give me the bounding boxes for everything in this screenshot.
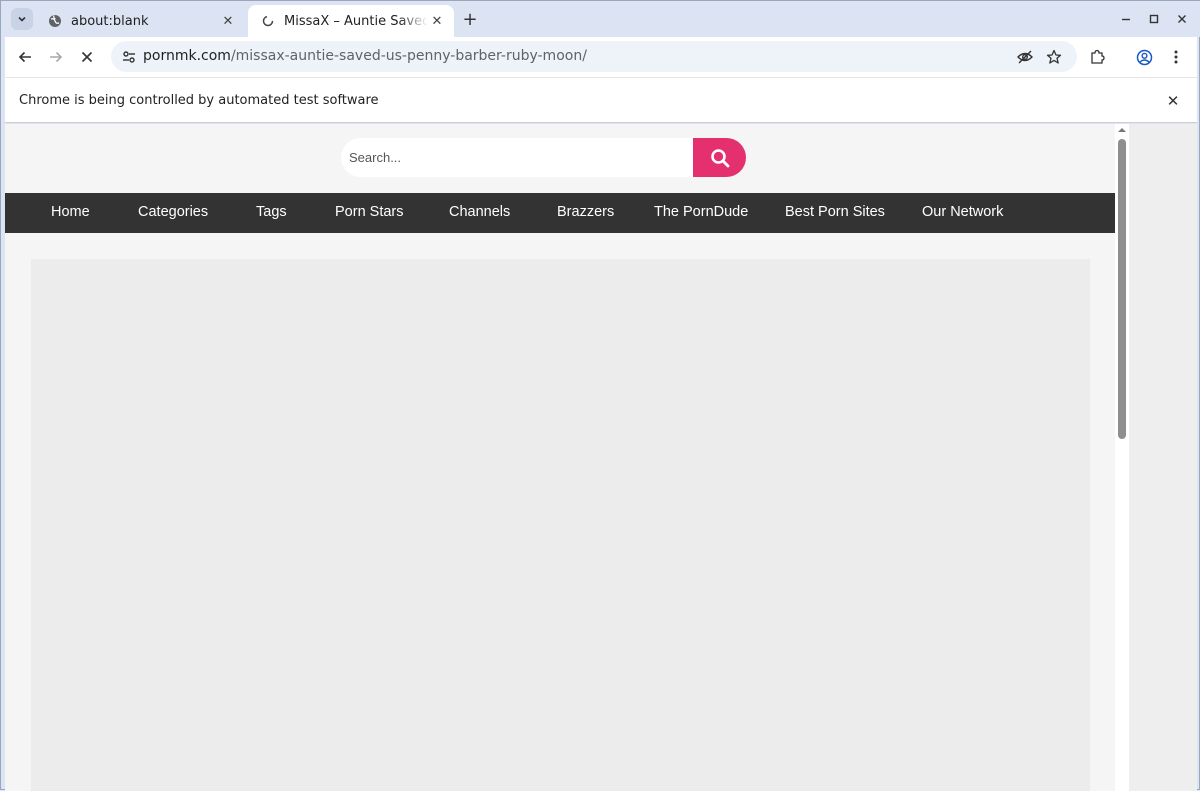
extensions-button[interactable] bbox=[1083, 43, 1111, 71]
bookmark-star-icon[interactable] bbox=[1043, 46, 1065, 68]
tab-active[interactable]: MissaX – Auntie Saved Us ✕ bbox=[248, 5, 454, 37]
nav-label: Categories bbox=[138, 204, 209, 220]
profile-button[interactable] bbox=[1130, 43, 1158, 71]
close-icon bbox=[81, 51, 93, 63]
browser-window: about:blank ✕ MissaX – Auntie Saved Us ✕… bbox=[0, 0, 1200, 791]
automation-infobar: Chrome is being controlled by automated … bbox=[5, 77, 1197, 123]
minimize-button[interactable] bbox=[1114, 7, 1138, 31]
arrow-right-icon bbox=[50, 51, 63, 63]
nav-label: Home bbox=[51, 204, 90, 220]
forward-button[interactable] bbox=[42, 43, 70, 71]
right-blank-area bbox=[1129, 124, 1197, 791]
url-path: /missax-auntie-saved-us-penny-barber-rub… bbox=[230, 48, 587, 64]
tab-search-button[interactable] bbox=[11, 8, 33, 30]
nav-label: Channels bbox=[449, 204, 511, 220]
tab-close-icon[interactable]: ✕ bbox=[428, 12, 446, 30]
nav-our-network[interactable]: Our Network bbox=[922, 204, 1003, 220]
nav-porn-stars[interactable]: Porn Stars bbox=[335, 204, 404, 220]
search-button[interactable] bbox=[693, 138, 746, 177]
address-bar[interactable]: pornmk.com/missax-auntie-saved-us-penny-… bbox=[111, 41, 1077, 72]
nav-label: Tags bbox=[256, 204, 287, 220]
nav-the-porndude[interactable]: The PornDude bbox=[654, 204, 748, 220]
menu-button[interactable] bbox=[1162, 43, 1190, 71]
search-icon bbox=[710, 148, 729, 167]
new-tab-button[interactable]: + bbox=[460, 9, 480, 30]
close-window-button[interactable] bbox=[1170, 7, 1194, 31]
page-viewport: Home Categories Tags Porn Stars Channels… bbox=[5, 124, 1197, 791]
infobar-message: Chrome is being controlled by automated … bbox=[19, 93, 379, 108]
content-placeholder bbox=[31, 259, 1090, 791]
scroll-up-arrow-icon[interactable] bbox=[1117, 126, 1127, 134]
eye-slash-icon[interactable] bbox=[1014, 46, 1036, 68]
avatar-icon bbox=[1136, 49, 1152, 65]
web-page: Home Categories Tags Porn Stars Channels… bbox=[5, 124, 1116, 791]
nav-categories[interactable]: Categories bbox=[138, 204, 208, 220]
close-icon bbox=[1178, 15, 1186, 23]
minimize-icon bbox=[1122, 18, 1130, 21]
search-input[interactable] bbox=[341, 138, 695, 177]
tab-about-blank[interactable]: about:blank ✕ bbox=[35, 5, 245, 37]
more-vertical-icon bbox=[1174, 50, 1178, 64]
tab-close-icon[interactable]: ✕ bbox=[219, 12, 237, 30]
tab-title: about:blank bbox=[71, 13, 149, 29]
site-search bbox=[341, 138, 746, 177]
url-text[interactable]: pornmk.com/missax-auntie-saved-us-penny-… bbox=[143, 48, 587, 64]
infobar-close-icon[interactable]: ✕ bbox=[1163, 91, 1183, 111]
main-nav: Home Categories Tags Porn Stars Channels… bbox=[5, 193, 1116, 233]
nav-home[interactable]: Home bbox=[51, 204, 90, 220]
nav-label: The PornDude bbox=[654, 204, 749, 220]
back-button[interactable] bbox=[11, 43, 39, 71]
stop-loading-button[interactable] bbox=[73, 43, 101, 71]
nav-best-porn-sites[interactable]: Best Porn Sites bbox=[785, 204, 885, 220]
maximize-icon bbox=[1149, 14, 1159, 24]
maximize-button[interactable] bbox=[1142, 7, 1166, 31]
nav-label: Porn Stars bbox=[335, 204, 404, 220]
nav-channels[interactable]: Channels bbox=[449, 204, 510, 220]
browser-toolbar: pornmk.com/missax-auntie-saved-us-penny-… bbox=[5, 37, 1197, 77]
arrow-left-icon bbox=[18, 51, 31, 63]
chevron-down-icon bbox=[18, 16, 26, 22]
scrollbar-thumb[interactable] bbox=[1118, 139, 1126, 439]
globe-icon bbox=[47, 13, 63, 29]
nav-tags[interactable]: Tags bbox=[256, 204, 287, 220]
loading-favicon-icon bbox=[260, 13, 276, 29]
tab-title: MissaX – Auntie Saved Us bbox=[284, 13, 428, 29]
site-info-icon[interactable] bbox=[119, 47, 139, 67]
puzzle-icon bbox=[1091, 49, 1105, 64]
nav-brazzers[interactable]: Brazzers bbox=[557, 204, 614, 220]
nav-label: Best Porn Sites bbox=[785, 204, 885, 220]
url-domain: pornmk.com bbox=[143, 48, 231, 64]
tab-strip: about:blank ✕ MissaX – Auntie Saved Us ✕… bbox=[1, 1, 1200, 37]
nav-label: Brazzers bbox=[557, 204, 615, 220]
nav-label: Our Network bbox=[922, 204, 1004, 220]
